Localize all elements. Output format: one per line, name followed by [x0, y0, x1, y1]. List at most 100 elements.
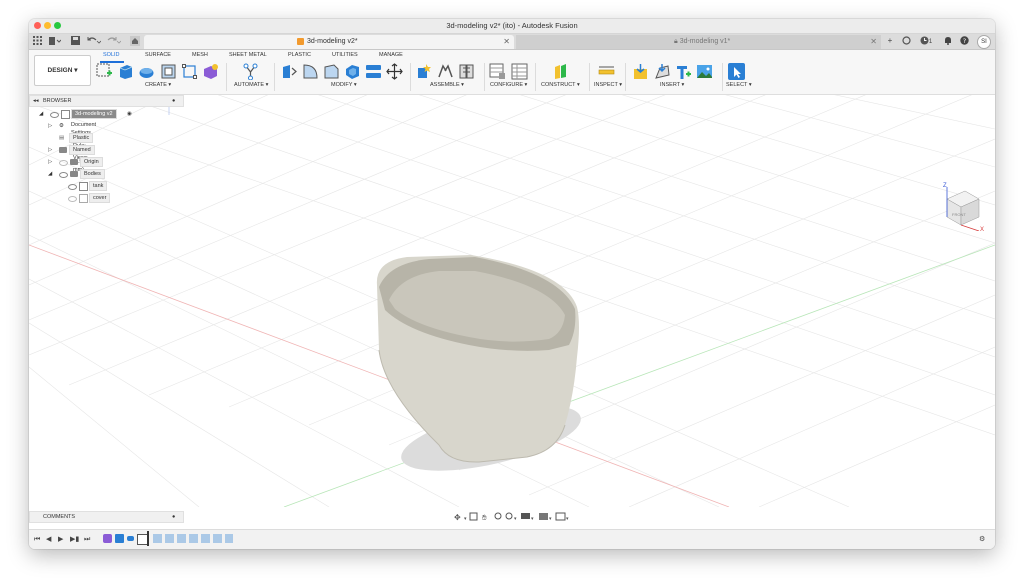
expanded-arrow-icon[interactable]: ◢: [48, 169, 52, 179]
root-component-name[interactable]: 3d-modeling v2: [71, 109, 117, 119]
fit-icon[interactable]: [505, 512, 513, 520]
activate-radio-icon[interactable]: ◉: [127, 109, 132, 119]
grid-snaps-icon[interactable]: [539, 513, 548, 520]
tab-sheet-metal[interactable]: SHEET METAL: [229, 52, 267, 58]
plus-icon[interactable]: +: [885, 36, 895, 46]
tree-root[interactable]: ◢ 3d-modeling v2 ◉: [39, 109, 179, 119]
step-forward-icon[interactable]: ▶▮: [70, 536, 79, 544]
visibility-eye-icon[interactable]: [50, 112, 59, 118]
select-icon[interactable]: [728, 63, 745, 80]
orbit-icon[interactable]: ✥: [454, 513, 461, 522]
undo-icon[interactable]: [87, 36, 102, 46]
fillet-icon[interactable]: [302, 63, 319, 80]
group-create[interactable]: CREATE ▾: [145, 82, 171, 88]
play-icon[interactable]: ▶: [58, 536, 63, 544]
shell-icon[interactable]: [160, 63, 177, 80]
tab-utilities[interactable]: UTILITIES: [332, 52, 358, 58]
viewcube[interactable]: FRONT Z X: [939, 181, 989, 233]
clock-icon[interactable]: 1: [917, 36, 935, 46]
workspace-switcher-button[interactable]: DESIGN ▾: [34, 55, 91, 86]
viewports-dropdown-icon[interactable]: ▾: [566, 516, 569, 522]
group-configure[interactable]: CONFIGURE ▾: [490, 82, 527, 88]
look-at-icon[interactable]: [469, 512, 478, 521]
configure-rules-icon[interactable]: [511, 63, 528, 80]
tab-plastic[interactable]: PLASTIC: [288, 52, 311, 58]
offset-plane-icon[interactable]: [552, 63, 569, 80]
collapsed-arrow-icon[interactable]: ▷: [48, 157, 52, 167]
grid-dropdown-icon[interactable]: ▾: [549, 516, 552, 522]
group-construct[interactable]: CONSTRUCT ▾: [541, 82, 580, 88]
group-select[interactable]: SELECT ▾: [726, 82, 752, 88]
move-copy-icon[interactable]: [386, 63, 403, 80]
tab-surface[interactable]: SURFACE: [145, 52, 171, 58]
tab-solid[interactable]: SOLID: [103, 52, 120, 58]
tab-3d-modeling-v1[interactable]: 🔒︎ 3d-modeling v1* ✕: [516, 35, 881, 49]
visibility-eye-icon[interactable]: [68, 184, 77, 190]
timeline-marker[interactable]: [147, 531, 149, 546]
close-tab-icon[interactable]: ✕: [870, 37, 877, 46]
comments-panel[interactable]: COMMENTS ●: [29, 511, 184, 523]
home-icon[interactable]: [130, 36, 140, 46]
extrude-icon[interactable]: [117, 63, 134, 80]
viewports-icon[interactable]: [555, 512, 566, 521]
group-insert[interactable]: INSERT ▾: [660, 82, 684, 88]
group-modify[interactable]: MODIFY ▾: [331, 82, 357, 88]
timeline-settings-icon[interactable]: ⚙︎: [979, 536, 985, 544]
shell-modify-icon[interactable]: [344, 63, 361, 80]
chamfer-icon[interactable]: [323, 63, 340, 80]
tab-manage[interactable]: MANAGE: [379, 52, 403, 58]
collapsed-arrow-icon[interactable]: ▷: [48, 121, 52, 131]
timeline-feature-form-icon[interactable]: [103, 534, 112, 543]
as-built-joint-icon[interactable]: [458, 63, 475, 80]
group-automate[interactable]: AUTOMATE ▾: [234, 82, 268, 88]
timeline-feature-shell-icon[interactable]: [127, 536, 134, 541]
group-assemble[interactable]: ASSEMBLE ▾: [430, 82, 464, 88]
zoom-dropdown-icon[interactable]: ▾: [514, 516, 517, 522]
configure-table-icon[interactable]: [489, 63, 506, 80]
timeline-feature-body-icon[interactable]: [115, 534, 124, 543]
file-icon[interactable]: [49, 36, 62, 46]
automate-icon[interactable]: [242, 63, 259, 81]
collapsed-arrow-icon[interactable]: ▷: [48, 145, 52, 155]
bell-icon[interactable]: [943, 36, 953, 46]
close-tab-icon[interactable]: ✕: [503, 37, 510, 46]
pan-icon[interactable]: ✋︎: [482, 513, 487, 522]
new-component-icon[interactable]: [416, 63, 433, 80]
timeline-suppressed-features[interactable]: [153, 534, 233, 543]
create-sketch-icon[interactable]: [96, 63, 113, 80]
step-back-icon[interactable]: ◀: [46, 536, 51, 544]
save-icon[interactable]: [71, 36, 80, 46]
help-icon[interactable]: ?: [959, 36, 969, 46]
insert-mesh-icon[interactable]: [675, 63, 692, 80]
insert-canvas-icon[interactable]: [696, 63, 713, 80]
display-dropdown-icon[interactable]: ▾: [531, 516, 534, 522]
combine-icon[interactable]: [365, 63, 382, 80]
comments-pin-icon[interactable]: ●: [172, 514, 175, 520]
grid-icon[interactable]: [33, 36, 42, 46]
go-to-end-icon[interactable]: ⏭︎: [84, 536, 90, 544]
zoom-icon[interactable]: [494, 512, 502, 520]
redo-icon[interactable]: [107, 36, 122, 46]
expanded-arrow-icon[interactable]: ◢: [39, 109, 43, 119]
visibility-eye-icon[interactable]: [59, 172, 68, 178]
form-icon[interactable]: [202, 63, 219, 80]
visibility-eye-icon[interactable]: [59, 160, 68, 166]
tank-model[interactable]: [376, 255, 579, 463]
sketch-rectangle-icon[interactable]: [181, 63, 198, 80]
insert-derive-icon[interactable]: [632, 63, 649, 80]
joint-icon[interactable]: [437, 63, 454, 80]
measure-icon[interactable]: [598, 63, 615, 80]
display-settings-icon[interactable]: [521, 513, 530, 519]
visibility-eye-icon[interactable]: [68, 196, 77, 202]
collapse-browser-icon[interactable]: ◂◂: [33, 98, 39, 104]
revolve-icon[interactable]: [138, 63, 155, 80]
group-inspect[interactable]: INSPECT ▾: [594, 82, 622, 88]
tab-3d-modeling-v2[interactable]: 3d-modeling v2* ✕: [144, 35, 514, 49]
orbit-dropdown-icon[interactable]: ▾: [464, 516, 467, 522]
avatar[interactable]: SI: [977, 35, 991, 49]
go-to-start-icon[interactable]: ⏮︎: [34, 536, 40, 544]
browser-pin-icon[interactable]: ●: [172, 98, 175, 104]
job-status-icon[interactable]: [901, 36, 911, 46]
insert-svg-icon[interactable]: [654, 63, 671, 80]
press-pull-icon[interactable]: [281, 63, 298, 80]
